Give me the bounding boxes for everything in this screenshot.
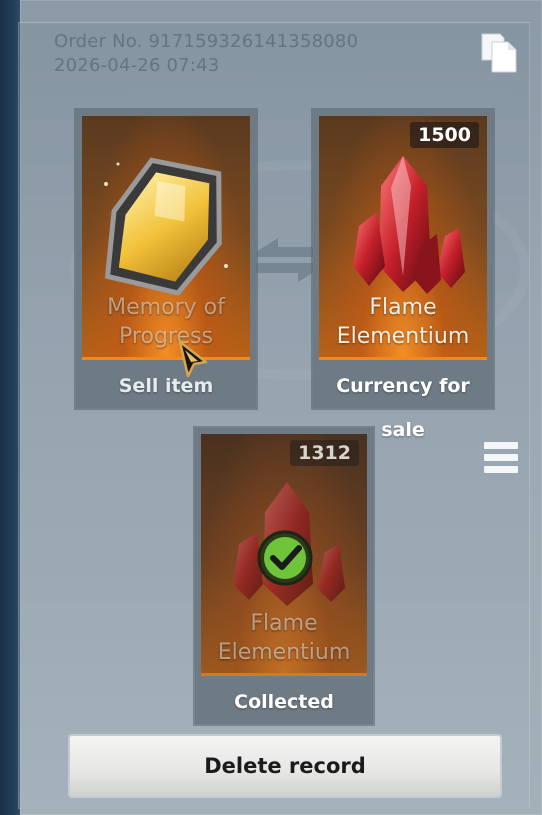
delete-record-button[interactable]: Delete record bbox=[70, 736, 500, 796]
currency-card[interactable]: 1500 Flame Elementium Currency for sale bbox=[313, 110, 493, 441]
currency-item-name: Flame Elementium bbox=[319, 293, 487, 351]
order-info: Order No. 917159326141358080 2026-04-26 … bbox=[54, 30, 358, 78]
sell-item-caption: Sell item bbox=[118, 375, 214, 397]
collected-art: 1312 Flame Elementium bbox=[201, 434, 367, 676]
collected-item-name-line1: Flame bbox=[250, 611, 318, 636]
sell-item-art: Memory of Progress bbox=[82, 116, 250, 360]
sell-item-card[interactable]: Memory of Progress Sell item bbox=[76, 110, 256, 408]
currency-quantity-badge: 1500 bbox=[410, 122, 479, 148]
collected-caption: Collected bbox=[234, 691, 334, 713]
currency-art: 1500 Flame Elementium bbox=[319, 116, 487, 360]
currency-caption: Currency for sale bbox=[336, 375, 470, 441]
pointer-cursor-icon bbox=[178, 340, 208, 378]
sell-item-name: Memory of Progress bbox=[82, 293, 250, 351]
collected-quantity-badge: 1312 bbox=[290, 440, 359, 466]
currency-item-name-line1: Flame bbox=[369, 295, 437, 320]
menu-icon[interactable] bbox=[484, 442, 518, 480]
currency-item-name-line2: Elementium bbox=[336, 324, 470, 349]
order-datetime: 2026-04-26 07:43 bbox=[54, 55, 220, 76]
collected-card[interactable]: 1312 Flame Elementium Collected bbox=[195, 428, 373, 724]
sell-item-name-line2: Progress bbox=[119, 324, 213, 349]
check-icon bbox=[257, 530, 313, 586]
collected-item-name: Flame Elementium bbox=[201, 609, 367, 667]
collected-item-name-line2: Elementium bbox=[217, 640, 351, 665]
sell-item-name-line1: Memory of bbox=[107, 295, 225, 320]
copy-icon[interactable] bbox=[480, 32, 518, 74]
menu-bar bbox=[484, 466, 518, 473]
menu-bar bbox=[484, 442, 518, 449]
menu-bar bbox=[484, 454, 518, 461]
order-number: Order No. 917159326141358080 bbox=[54, 31, 359, 52]
